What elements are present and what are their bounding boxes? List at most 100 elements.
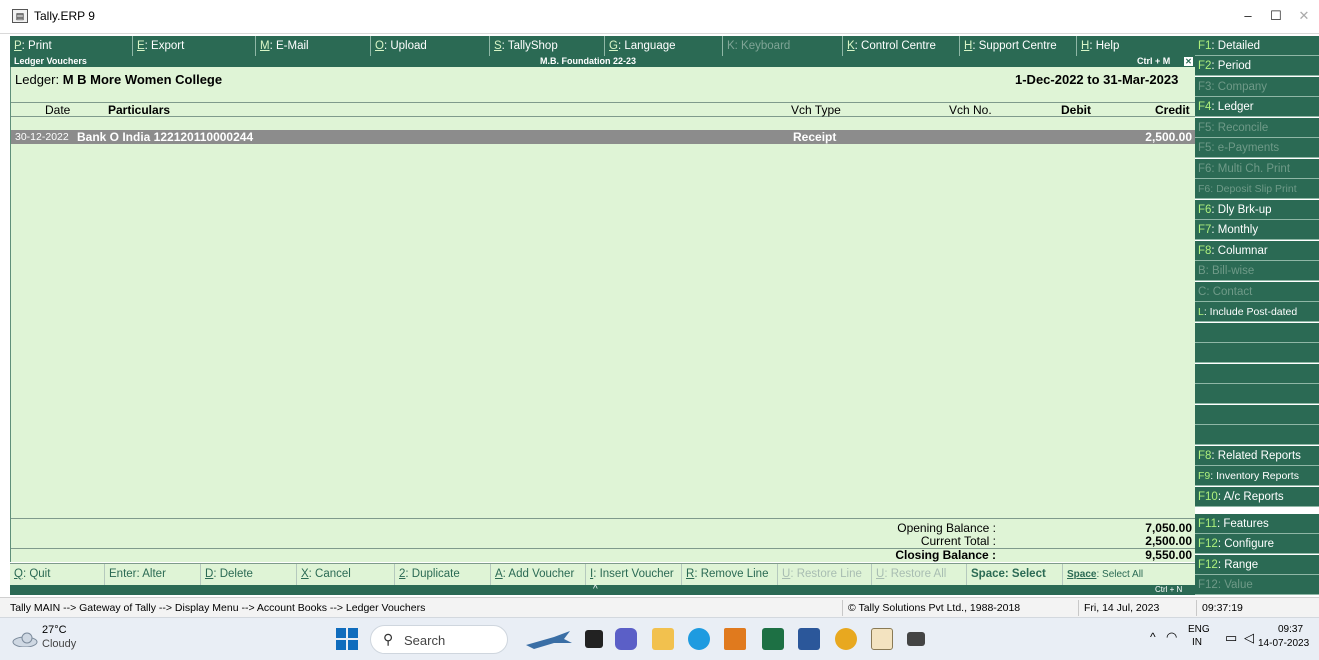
tally-app-icon: ▤ [12, 9, 28, 23]
maximize-button[interactable]: ☐ [1261, 6, 1291, 26]
report-header: Ledger Vouchers M.B. Foundation 22-23 Ct… [10, 56, 1195, 67]
monthly-button[interactable]: F7: Monthly [1195, 220, 1319, 240]
close-button[interactable]: ✕ [1289, 6, 1319, 26]
remove-line-button[interactable]: R: Remove Line [682, 564, 778, 585]
e-payments-button[interactable]: F5: e-Payments [1195, 138, 1319, 158]
company-button[interactable]: F3: Company [1195, 77, 1319, 97]
status-bar: Tally MAIN --> Gateway of Tally --> Disp… [0, 597, 1319, 617]
ledger-label-row: Ledger: M B More Women College [15, 72, 222, 87]
insert-voucher-button[interactable]: I: Insert Voucher [586, 564, 682, 585]
display-icon[interactable]: ▭ [1225, 630, 1237, 646]
col-particulars: Particulars [108, 103, 171, 117]
weather-temp[interactable]: 27°C [42, 624, 67, 636]
features-button[interactable]: F11: Features [1195, 514, 1319, 534]
contact-button[interactable]: C: Contact [1195, 282, 1319, 302]
control-centre-button[interactable]: K: Control Centre [843, 36, 960, 56]
edge-browser-icon[interactable] [688, 628, 710, 650]
email-button[interactable]: M: E-Mail [256, 36, 371, 56]
scroll-up-icon[interactable]: ^ [593, 585, 598, 595]
duplicate-button[interactable]: 2: Duplicate [395, 564, 491, 585]
status-divider [1196, 600, 1197, 616]
close-report-icon[interactable]: ✕ [1184, 57, 1193, 66]
select-button[interactable]: Space: Select [967, 564, 1063, 585]
wifi-icon[interactable]: ◠ [1166, 629, 1177, 645]
clock-time[interactable]: 09:37 [1278, 624, 1303, 635]
select-all-button[interactable]: Space: Select All [1063, 564, 1154, 585]
report-period[interactable]: 1-Dec-2022 to 31-Mar-2023 [1015, 72, 1178, 87]
support-centre-button[interactable]: H: Support Centre [960, 36, 1077, 56]
status-time: 09:37:19 [1202, 602, 1243, 614]
weather-desc[interactable]: Cloudy [42, 638, 76, 650]
range-button[interactable]: F12: Range [1195, 555, 1319, 575]
search-placeholder: Search [404, 633, 446, 648]
keyboard-button[interactable]: K: Keyboard [723, 36, 843, 56]
export-button[interactable]: E: Export [133, 36, 256, 56]
tally-taskbar-icon[interactable] [871, 628, 893, 650]
upload-button[interactable]: O: Upload [371, 36, 490, 56]
opening-balance-label: Opening Balance : [897, 521, 996, 535]
teams-chat-icon[interactable] [615, 628, 637, 650]
status-divider [1078, 600, 1079, 616]
restore-line-button[interactable]: U: Restore Line [778, 564, 872, 585]
related-reports-button[interactable]: F8: Related Reports [1195, 446, 1319, 466]
window-titlebar: ▤ Tally.ERP 9 – ☐ ✕ [0, 0, 1319, 34]
delete-button[interactable]: D: Delete [201, 564, 297, 585]
breadcrumb: Tally MAIN --> Gateway of Tally --> Disp… [10, 602, 426, 614]
reconcile-button[interactable]: F5: Reconcile [1195, 118, 1319, 138]
table-row[interactable]: 30-12-2022 Bank O India 122120110000244 … [11, 130, 1196, 144]
cancel-button[interactable]: X: Cancel [297, 564, 395, 585]
deposit-slip-print-button[interactable]: F6: Deposit Slip Print [1195, 179, 1319, 199]
windows-taskbar: 27°C Cloudy ⚲ Search ^ ◠ ENG IN ▭ ◁ 09:3… [0, 617, 1319, 660]
column-header-row: Date Particulars Vch Type Vch No. Debit … [11, 102, 1196, 117]
value-button[interactable]: F12: Value [1195, 575, 1319, 595]
clock-date[interactable]: 14-07-2023 [1258, 638, 1309, 649]
empty-panel-slot [1195, 405, 1319, 425]
add-voucher-button[interactable]: A: Add Voucher [491, 564, 586, 585]
tallyshop-button[interactable]: S: TallyShop [490, 36, 605, 56]
ctrl-n-hint: Ctrl + N [1155, 585, 1183, 594]
row-particulars: Bank O India 122120110000244 [77, 130, 254, 144]
copyright-text: © Tally Solutions Pvt Ltd., 1988-2018 [848, 602, 1021, 614]
taskbar-widget-plane-icon[interactable] [524, 627, 574, 651]
taskbar-search-box[interactable]: ⚲ Search [370, 625, 508, 654]
ledger-button[interactable]: F4: Ledger [1195, 97, 1319, 117]
empty-panel-slot [1195, 384, 1319, 404]
minimize-button[interactable]: – [1233, 6, 1263, 26]
excel-icon[interactable] [762, 628, 784, 650]
inventory-reports-button[interactable]: F9: Inventory Reports [1195, 466, 1319, 486]
report-name: Ledger Vouchers [14, 56, 87, 66]
file-explorer-icon[interactable] [652, 628, 674, 650]
dly-brk-up-button[interactable]: F6: Dly Brk-up [1195, 200, 1319, 220]
columnar-button[interactable]: F8: Columnar [1195, 241, 1319, 261]
language-bottom[interactable]: IN [1192, 637, 1202, 648]
col-date: Date [45, 103, 71, 117]
detailed-button[interactable]: F1: Detailed [1195, 36, 1319, 56]
app-bird-icon[interactable] [724, 628, 746, 650]
print-button[interactable]: P: Print [10, 36, 133, 56]
ledger-label: Ledger: [15, 72, 60, 87]
language-top[interactable]: ENG [1188, 624, 1210, 635]
quit-button[interactable]: Q: Quit [10, 564, 105, 585]
col-debit: Debit [1061, 103, 1091, 117]
search-icon: ⚲ [383, 631, 394, 647]
multi-ch-print-button[interactable]: F6: Multi Ch. Print [1195, 159, 1319, 179]
chrome-icon[interactable] [835, 628, 857, 650]
totals-divider [11, 548, 1196, 549]
help-button[interactable]: H: Help [1077, 36, 1195, 56]
period-button[interactable]: F2: Period [1195, 56, 1319, 76]
alter-button[interactable]: Enter: Alter [105, 564, 201, 585]
app-taskbar-icon[interactable] [907, 632, 925, 646]
configure-button[interactable]: F12: Configure [1195, 534, 1319, 554]
bill-wise-button[interactable]: B: Bill-wise [1195, 261, 1319, 281]
word-icon[interactable] [798, 628, 820, 650]
col-credit: Credit [1155, 103, 1190, 117]
include-post-dated-button[interactable]: L: Include Post-dated [1195, 302, 1319, 322]
empty-panel-slot [1195, 425, 1319, 445]
language-button[interactable]: G: Language [605, 36, 723, 56]
ac-reports-button[interactable]: F10: A/c Reports [1195, 487, 1319, 507]
restore-all-button[interactable]: U: Restore All [872, 564, 967, 585]
tray-chevron-icon[interactable]: ^ [1150, 630, 1156, 644]
volume-icon[interactable]: ◁ [1244, 630, 1254, 646]
task-view-icon[interactable] [585, 630, 603, 648]
windows-start-icon[interactable] [336, 628, 358, 650]
